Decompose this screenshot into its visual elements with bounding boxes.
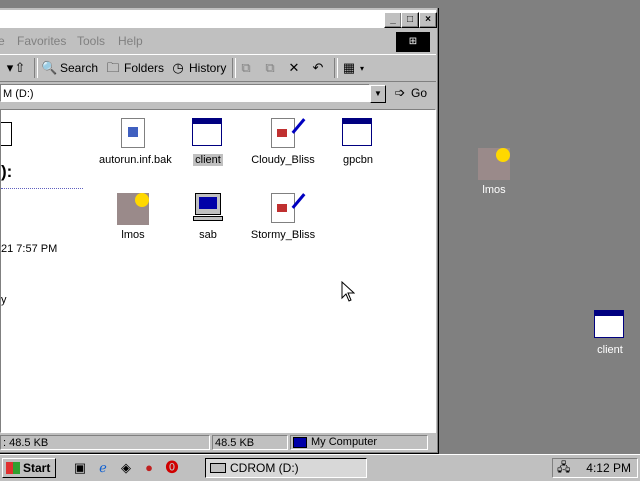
undo-button[interactable]: ↶: [310, 58, 326, 78]
search-icon: 🔍: [41, 60, 58, 75]
menu-help[interactable]: Help: [118, 34, 143, 48]
show-desktop-icon[interactable]: ▣: [72, 460, 88, 476]
cdrom-drive-icon: [210, 463, 226, 473]
title-bar[interactable]: _ □ ×: [0, 10, 437, 28]
internet-explorer-icon[interactable]: ℯ: [95, 460, 111, 476]
menu-favorites[interactable]: Favorites: [17, 34, 66, 48]
file-lmos[interactable]: lmos: [97, 193, 169, 241]
toolbar: ▾ ⇧ 🔍 Search 🗀 Folders ◷ History ⧉ ⧉ ✕ ↶…: [0, 54, 436, 82]
settings-file-icon: [117, 118, 149, 150]
history-label: History: [189, 61, 227, 75]
file-gpcbn[interactable]: gpcbn: [322, 118, 394, 166]
search-label: Search: [60, 61, 99, 75]
application-window-icon: [594, 310, 626, 340]
file-label: gpcbn: [343, 154, 373, 166]
task-label: CDROM (D:): [230, 461, 299, 475]
desktop-icon-label: lmos: [482, 184, 506, 196]
close-button[interactable]: ×: [419, 12, 437, 28]
status-object-info: : 48.5 KB: [0, 435, 210, 450]
application-window-icon: [192, 118, 224, 150]
file-cloudy-bliss[interactable]: Cloudy_Bliss: [247, 118, 319, 166]
my-computer-icon: [293, 437, 307, 448]
left-pane-text: y: [1, 294, 7, 306]
go-button[interactable]: ➩ Go: [392, 85, 427, 101]
image-icon: [478, 148, 510, 180]
delete-button[interactable]: ✕: [286, 58, 302, 78]
file-label: autorun.inf.bak: [99, 154, 172, 166]
modified-date: 21 7:57 PM: [1, 243, 58, 255]
start-label: Start: [23, 461, 51, 475]
go-arrow-icon: ➩: [394, 85, 406, 100]
status-zone: My Computer: [290, 435, 428, 450]
address-dropdown-button[interactable]: ▼: [370, 85, 386, 103]
folder-view[interactable]: ): 21 7:57 PM y autorun.inf.bak client C…: [0, 109, 436, 433]
file-label: lmos: [121, 229, 145, 241]
tray-network-icon[interactable]: 🖧: [557, 458, 570, 479]
search-button[interactable]: 🔍 Search: [41, 58, 98, 78]
folders-icon: 🗀: [106, 60, 120, 75]
menu-item-partial[interactable]: e: [0, 34, 5, 48]
up-folder-icon: ⇧: [14, 60, 26, 75]
taskbar: Start ▣ ℯ ◈ ● ⓿ CDROM (D:) 🖧 4:12 PM: [0, 454, 640, 481]
application-window-icon: [342, 118, 374, 150]
file-sab[interactable]: sab: [172, 193, 244, 241]
file-label: sab: [199, 229, 217, 241]
address-bar: M (D:) ▼ ➩ Go: [0, 82, 436, 106]
move-to-button[interactable]: ⧉: [238, 58, 254, 78]
desktop-icon-client[interactable]: client: [574, 310, 640, 356]
windows-flag-icon: [6, 462, 20, 474]
image-icon: [117, 193, 149, 225]
status-size: 48.5 KB: [212, 435, 288, 450]
windows-logo: ⊞: [396, 32, 430, 52]
delete-icon: ✕: [288, 60, 300, 75]
file-autorun-inf-bak[interactable]: autorun.inf.bak: [97, 118, 172, 166]
file-stormy-bliss[interactable]: Stormy_Bliss: [247, 193, 319, 241]
copy-to-icon: ⧉: [265, 60, 275, 75]
history-button[interactable]: ◷ History: [170, 58, 226, 78]
file-label: Stormy_Bliss: [250, 229, 316, 241]
clock[interactable]: 4:12 PM: [586, 461, 631, 475]
file-client[interactable]: client: [172, 118, 244, 166]
minimize-button[interactable]: _: [384, 12, 402, 28]
computer-icon: [192, 193, 224, 225]
desktop-icon-label: client: [597, 344, 623, 356]
up-folder-button[interactable]: ⇧: [12, 58, 28, 78]
go-label: Go: [411, 86, 428, 100]
start-button[interactable]: Start: [2, 458, 56, 478]
quicklaunch-app-icon[interactable]: ●: [141, 460, 157, 476]
desktop-icon-lmos[interactable]: lmos: [458, 148, 530, 196]
explorer-window: _ □ × e Favorites Tools Help ⊞ ▾ ⇧ 🔍 Sea…: [0, 8, 439, 454]
file-label: Cloudy_Bliss: [251, 154, 315, 166]
move-to-icon: ⧉: [241, 60, 251, 75]
undo-icon: ↶: [312, 60, 324, 75]
heading-rule: [1, 188, 83, 189]
status-zone-label: My Computer: [311, 436, 378, 448]
quicklaunch-app2-icon[interactable]: ⓿: [164, 460, 180, 476]
menu-tools[interactable]: Tools: [77, 34, 105, 48]
views-button[interactable]: ▦ ▾: [341, 58, 364, 78]
folders-button[interactable]: 🗀 Folders: [105, 58, 164, 78]
menu-bar: e Favorites Tools Help ⊞: [0, 30, 436, 52]
views-icon: ▦: [342, 60, 356, 75]
paint-document-icon: [267, 193, 306, 225]
file-label: client: [193, 154, 223, 166]
paint-document-icon: [267, 118, 306, 150]
address-input[interactable]: M (D:): [0, 84, 370, 102]
task-cdrom[interactable]: CDROM (D:): [205, 458, 367, 478]
folder-heading: ):: [1, 162, 13, 181]
channels-icon[interactable]: ◈: [118, 460, 134, 476]
copy-to-button[interactable]: ⧉: [262, 58, 278, 78]
folders-label: Folders: [124, 61, 165, 75]
system-tray: 🖧 4:12 PM: [552, 458, 638, 478]
status-bar: : 48.5 KB 48.5 KB My Computer: [0, 434, 436, 452]
history-icon: ◷: [172, 60, 184, 75]
folder-icon-partial: [1, 122, 12, 146]
maximize-button[interactable]: □: [401, 12, 419, 28]
